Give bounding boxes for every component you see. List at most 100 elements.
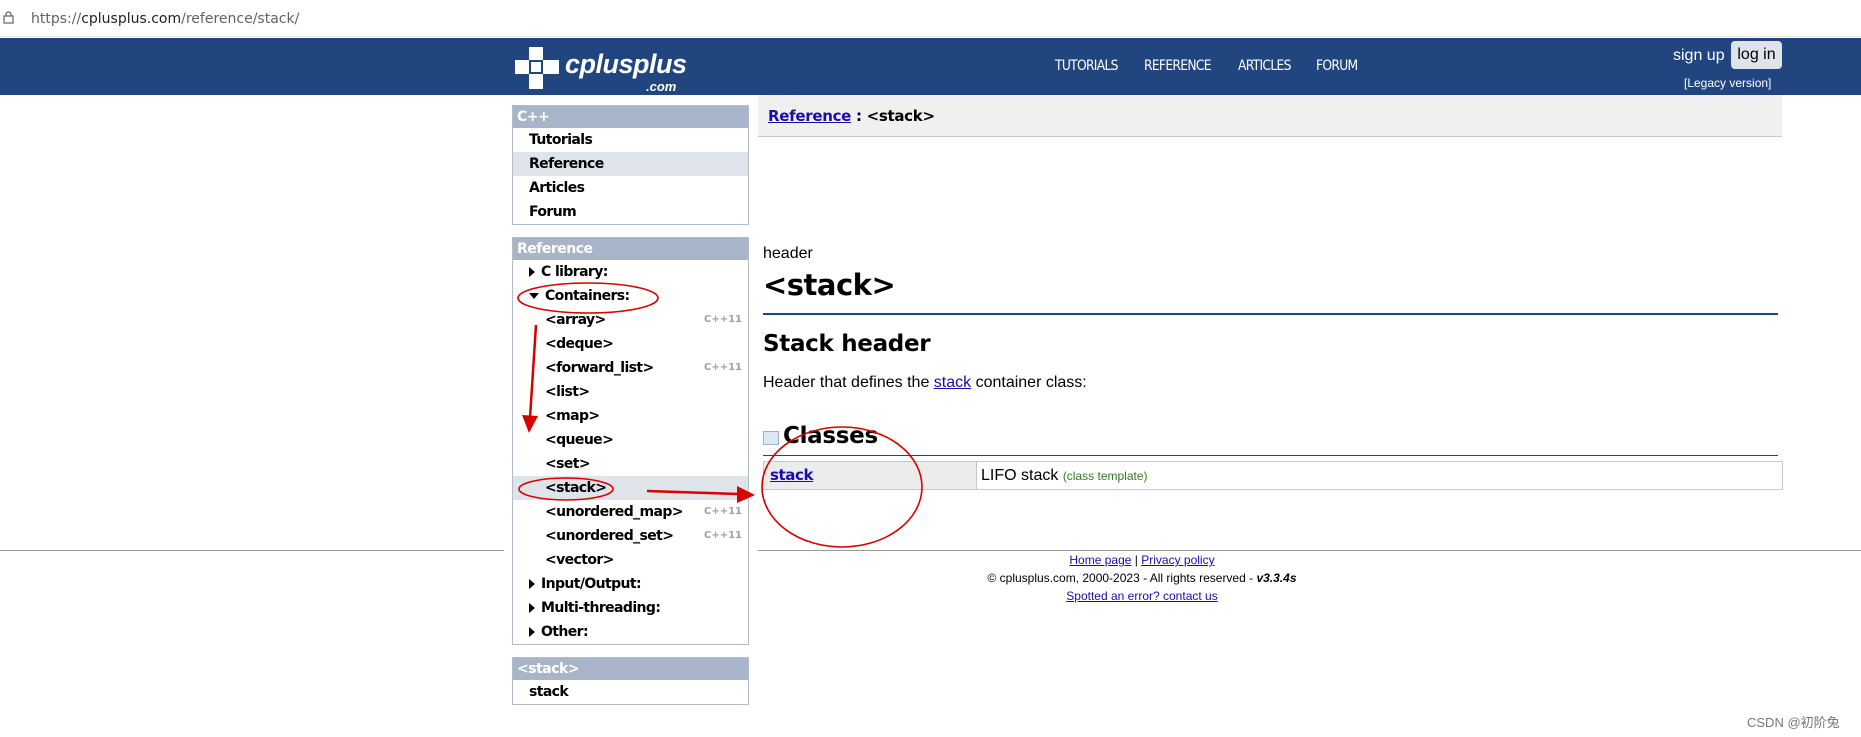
contact-link[interactable]: Spotted an error? contact us [1066,589,1217,603]
expand-arrow-icon [529,603,535,613]
class-description-cell: LIFO stack (class template) [977,462,1782,489]
sidebar-item-label: Containers: [545,288,630,304]
logo-text: cplusplus [565,49,687,79]
sidebar-item-label: <list> [545,384,590,400]
sidebar-item-label: <deque> [545,336,614,352]
logo-domain: .com [646,79,677,94]
sidebar-item-label: Other: [541,624,589,640]
watermark: CSDN @初阶兔 [1747,715,1840,730]
main-nav: TUTORIALS REFERENCE ARTICLES FORUM [1055,58,1363,74]
expand-arrow-icon [529,579,535,589]
nav-articles[interactable]: ARTICLES [1238,58,1291,74]
class-stack-link[interactable]: stack [770,466,813,484]
cpp11-badge: C++11 [703,530,742,541]
title-divider [763,313,1778,315]
sidebar-item-forward-list[interactable]: <forward_list> C++11 [513,356,748,380]
desc-stack-link[interactable]: stack [934,374,971,391]
legacy-version-link[interactable]: [Legacy version] [1684,76,1771,90]
sidebar-item-label: <vector> [545,552,614,568]
classes-section-icon [763,431,779,445]
sidebar-item-c-library[interactable]: C library: [513,260,748,284]
cpp11-badge: C++11 [703,314,742,325]
table-row: stack LIFO stack (class template) [763,461,1783,490]
sidebar-reference-title: Reference [513,238,748,260]
breadcrumb-reference-link[interactable]: Reference [768,107,851,125]
desc-text: Header that defines the [763,374,934,391]
sidebar-item-label: Multi-threading: [541,600,661,616]
sidebar-item-label: <array> [545,312,606,328]
classes-divider [763,455,1778,456]
sidebar-item-label: <unordered_map> [545,504,684,520]
log-in-button[interactable]: log in [1731,41,1782,69]
sign-up-link[interactable]: sign up [1673,47,1725,65]
nav-tutorials[interactable]: TUTORIALS [1055,58,1118,74]
sidebar-item-deque[interactable]: <deque> [513,332,748,356]
sidebar-item-containers[interactable]: Containers: [513,284,748,308]
classes-heading: Classes [783,423,878,449]
sidebar-reference-box: Reference C library: Containers: <array>… [512,237,749,645]
sidebar-cpp-box: C++ Tutorials Reference Articles Forum [512,105,749,225]
nav-forum[interactable]: FORUM [1316,58,1358,74]
sidebar-item-queue[interactable]: <queue> [513,428,748,452]
copyright-text: © cplusplus.com, 2000-2023 - All rights … [987,571,1257,585]
sidebar-item-array[interactable]: <array> C++11 [513,308,748,332]
lock-icon [3,11,14,24]
sidebar-item-set[interactable]: <set> [513,452,748,476]
version-text: v3.3.4s [1256,571,1297,585]
breadcrumb: Reference : <stack> [758,95,1782,137]
sidebar-item-forum[interactable]: Forum [513,200,748,224]
home-page-link[interactable]: Home page [1069,553,1131,567]
class-description: LIFO stack [981,467,1059,484]
expand-arrow-icon [529,267,535,277]
sidebar-item-label: <queue> [545,432,614,448]
sidebar-item-other[interactable]: Other: [513,620,748,644]
sidebar-item-unordered-map[interactable]: <unordered_map> C++11 [513,500,748,524]
page-subtitle: Stack header [763,331,931,357]
nav-reference[interactable]: REFERENCE [1144,58,1212,74]
page-title: <stack> [763,268,896,302]
url-text[interactable]: https://cplusplus.com/reference/stack/ [31,11,299,27]
sidebar-item-tutorials[interactable]: Tutorials [513,128,748,152]
desc-text: container class: [971,374,1087,391]
breadcrumb-separator: : [851,107,867,125]
class-name-cell: stack [764,462,977,489]
sidebar-cpp-title: C++ [513,106,748,128]
breadcrumb-current: <stack> [866,107,935,125]
sidebar-item-label: <forward_list> [545,360,654,376]
url-scheme: https:// [31,11,82,27]
class-tag: (class template) [1062,469,1148,483]
url-path: /reference/stack/ [181,11,300,27]
sidebar-item-label: <map> [545,408,600,424]
sidebar-stack-box: <stack> stack [512,657,749,705]
sidebar-stack-title: <stack> [513,658,748,680]
top-navbar: cplusplus .com TUTORIALS REFERENCE ARTIC… [0,38,1861,95]
collapse-arrow-icon [529,293,539,299]
sidebar-item-articles[interactable]: Articles [513,176,748,200]
sidebar-item-label: <stack> [545,480,607,496]
sidebar-item-reference[interactable]: Reference [513,152,748,176]
cpp11-badge: C++11 [703,506,742,517]
url-domain: cplusplus.com [81,11,182,27]
sidebar-item-stack[interactable]: <stack> [513,476,748,500]
sidebar-item-label: <set> [545,456,591,472]
sidebar-item-vector[interactable]: <vector> [513,548,748,572]
sidebar-item-map[interactable]: <map> [513,404,748,428]
sidebar-item-multi-threading[interactable]: Multi-threading: [513,596,748,620]
privacy-policy-link[interactable]: Privacy policy [1141,553,1214,567]
sidebar-item-input-output[interactable]: Input/Output: [513,572,748,596]
page-description: Header that defines the stack container … [763,374,1087,392]
expand-arrow-icon [529,627,535,637]
sidebar-item-label: C library: [541,264,608,280]
sidebar-item-stack-class[interactable]: stack [513,680,748,704]
plus-logo-icon [515,47,559,89]
sidebar-item-unordered-set[interactable]: <unordered_set> C++11 [513,524,748,548]
footer-separator: | [1131,553,1142,567]
footer: Home page | Privacy policy © cplusplus.c… [758,551,1526,605]
site-logo[interactable]: cplusplus .com [513,45,693,94]
address-bar[interactable]: https://cplusplus.com/reference/stack/ [0,0,1861,37]
footer-divider-left [0,550,504,551]
page-kind: header [763,245,813,262]
sidebar-item-label: Input/Output: [541,576,642,592]
sidebar-item-list[interactable]: <list> [513,380,748,404]
sidebar-item-label: <unordered_set> [545,528,674,544]
